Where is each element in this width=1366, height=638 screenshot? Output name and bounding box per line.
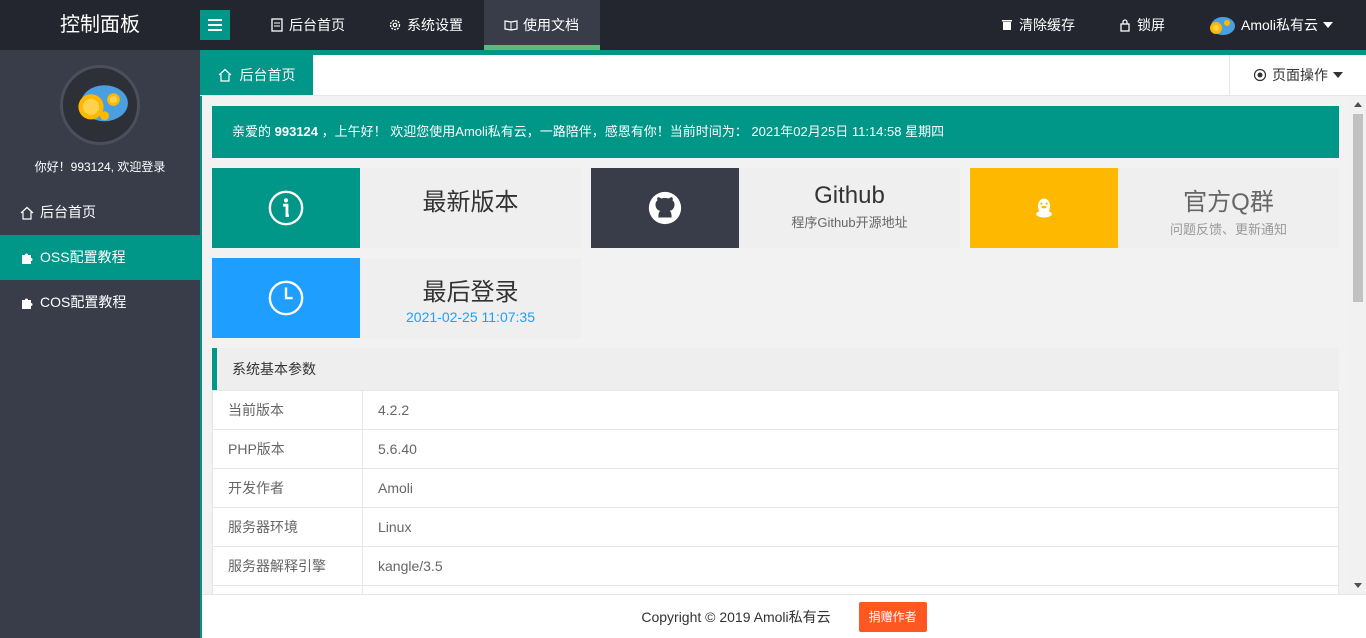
card-qq-group[interactable]: 官方Q群 问题反馈、更新通知 bbox=[970, 168, 1339, 248]
table-row: 服务器环境 Linux bbox=[213, 508, 1338, 547]
nav-item-settings[interactable]: 系统设置 bbox=[368, 0, 483, 50]
lock-screen-button[interactable]: 锁屏 bbox=[1098, 0, 1185, 50]
tab-bar: 后台首页 页面操作 bbox=[200, 55, 1366, 96]
gear-icon bbox=[389, 19, 401, 31]
nav-settings-label: 系统设置 bbox=[407, 17, 463, 33]
hamburger-icon bbox=[208, 19, 222, 21]
table-row bbox=[213, 586, 1338, 594]
card-github[interactable]: Github 程序Github开源地址 bbox=[591, 168, 960, 248]
nav-docs-label: 使用文档 bbox=[523, 17, 579, 33]
github-icon bbox=[648, 191, 682, 225]
table-row: 当前版本 4.2.2 bbox=[213, 391, 1338, 430]
sidebar-item-home[interactable]: 后台首页 bbox=[0, 190, 200, 235]
system-params-table: 当前版本 4.2.2 PHP版本 5.6.40 开发作者 Amoli 服务器环境… bbox=[212, 390, 1339, 594]
cloud-avatar-icon bbox=[78, 85, 128, 122]
copyright-text: Copyright © 2019 Amoli私有云 bbox=[641, 608, 831, 625]
table-row: 开发作者 Amoli bbox=[213, 469, 1338, 508]
avatar[interactable] bbox=[60, 65, 140, 145]
sidebar-item-cos[interactable]: COS配置教程 bbox=[0, 280, 200, 325]
welcome-text: 你好！993124, 欢迎登录 bbox=[34, 160, 166, 174]
scroll-up-arrow-icon[interactable] bbox=[1354, 102, 1362, 107]
sidebar: 你好！993124, 欢迎登录 后台首页 OSS配置教程 COS配置教程 bbox=[0, 50, 200, 638]
user-avatar-icon bbox=[1210, 17, 1235, 35]
system-params-header: 系统基本参数 bbox=[212, 348, 1339, 390]
scroll-down-arrow-icon[interactable] bbox=[1354, 583, 1362, 588]
logo-title: 控制面板 bbox=[60, 14, 140, 36]
book-icon bbox=[504, 20, 518, 31]
nav-item-docs[interactable]: 使用文档 bbox=[484, 0, 600, 50]
puzzle-icon bbox=[22, 298, 33, 309]
scroll-thumb[interactable] bbox=[1353, 114, 1363, 302]
table-row: PHP版本 5.6.40 bbox=[213, 430, 1338, 469]
document-icon bbox=[271, 18, 283, 32]
welcome-notice: 亲爱的 993124 ，上午好！ 欢迎您使用Amoli私有云，一路陪伴，感恩有你… bbox=[212, 106, 1339, 158]
caret-down-icon bbox=[1323, 22, 1334, 28]
lock-icon bbox=[1120, 19, 1130, 32]
home-icon bbox=[218, 68, 231, 82]
card-last-login[interactable]: 最后登录 2021-02-25 11:07:35 bbox=[212, 258, 581, 338]
nav-home-label: 后台首页 bbox=[289, 17, 345, 33]
menu-toggle-button[interactable] bbox=[200, 10, 230, 40]
user-menu[interactable]: Amoli私有云 bbox=[1186, 0, 1353, 50]
home-icon bbox=[20, 206, 34, 220]
info-icon bbox=[268, 190, 304, 226]
main-content: 亲爱的 993124 ，上午好！ 欢迎您使用Amoli私有云，一路陪伴，感恩有你… bbox=[202, 96, 1350, 594]
qq-penguin-icon bbox=[1036, 198, 1052, 218]
top-header: 控制面板 后台首页 系统设置 使用文档 清除缓存 锁屏 Amoli私有云 bbox=[0, 0, 1366, 50]
sidebar-item-oss[interactable]: OSS配置教程 bbox=[0, 235, 200, 280]
donate-button[interactable]: 捐赠作者 bbox=[858, 601, 927, 632]
trash-icon bbox=[1002, 20, 1012, 30]
radio-dot-icon bbox=[1253, 68, 1267, 82]
caret-down-icon bbox=[1333, 72, 1343, 78]
clock-icon bbox=[268, 280, 304, 316]
page-operations-dropdown[interactable]: 页面操作 bbox=[1229, 55, 1366, 95]
footer: Copyright © 2019 Amoli私有云 捐赠作者 bbox=[202, 594, 1366, 638]
content-scrollbar[interactable] bbox=[1350, 96, 1366, 594]
tab-home[interactable]: 后台首页 bbox=[200, 55, 313, 95]
puzzle-icon bbox=[22, 253, 33, 264]
clear-cache-button[interactable]: 清除缓存 bbox=[980, 0, 1095, 50]
nav-item-home[interactable]: 后台首页 bbox=[250, 0, 365, 50]
card-latest-version[interactable]: 最新版本 bbox=[212, 168, 581, 248]
table-row: 服务器解释引擎 kangle/3.5 bbox=[213, 547, 1338, 586]
